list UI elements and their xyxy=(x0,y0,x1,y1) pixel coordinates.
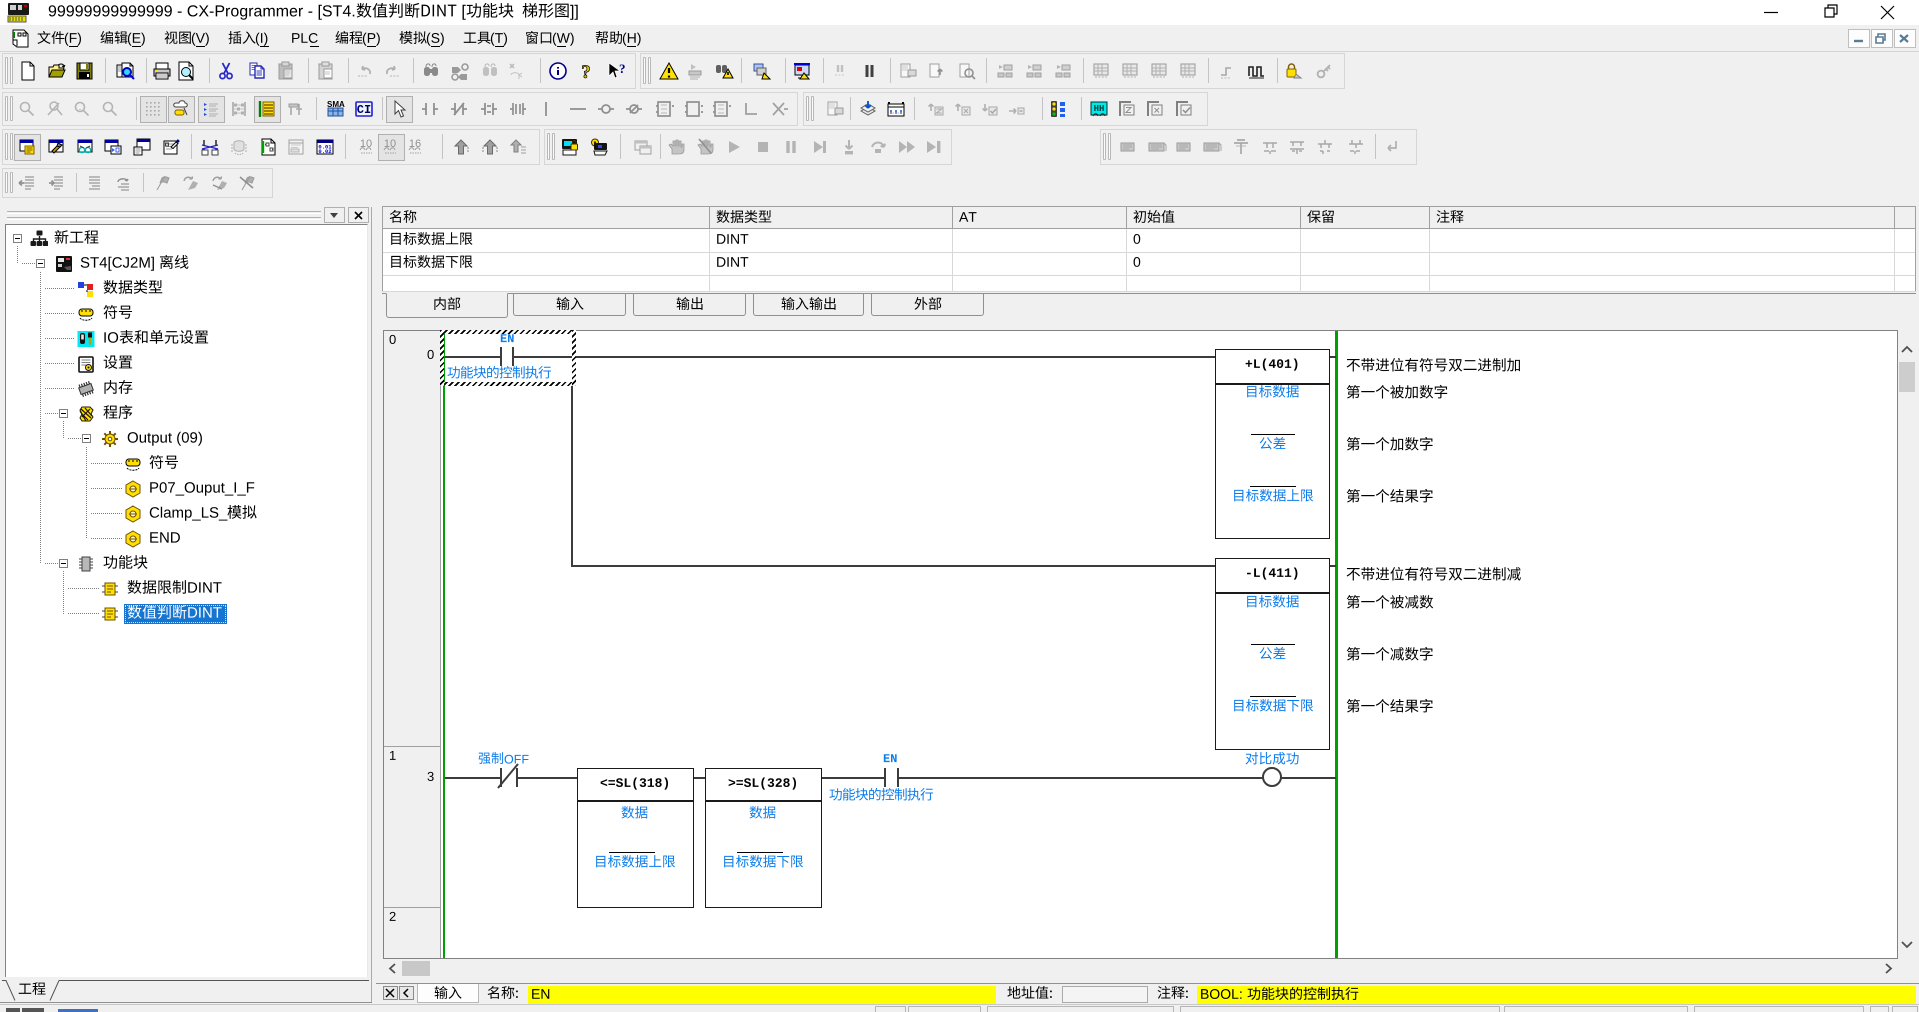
svg-text:CI: CI xyxy=(357,103,371,117)
svg-text:?: ? xyxy=(619,61,625,76)
svg-text:?: ? xyxy=(581,62,591,81)
svg-text:0.02: 0.02 xyxy=(318,148,331,155)
svg-text:HH: HH xyxy=(1094,104,1105,114)
